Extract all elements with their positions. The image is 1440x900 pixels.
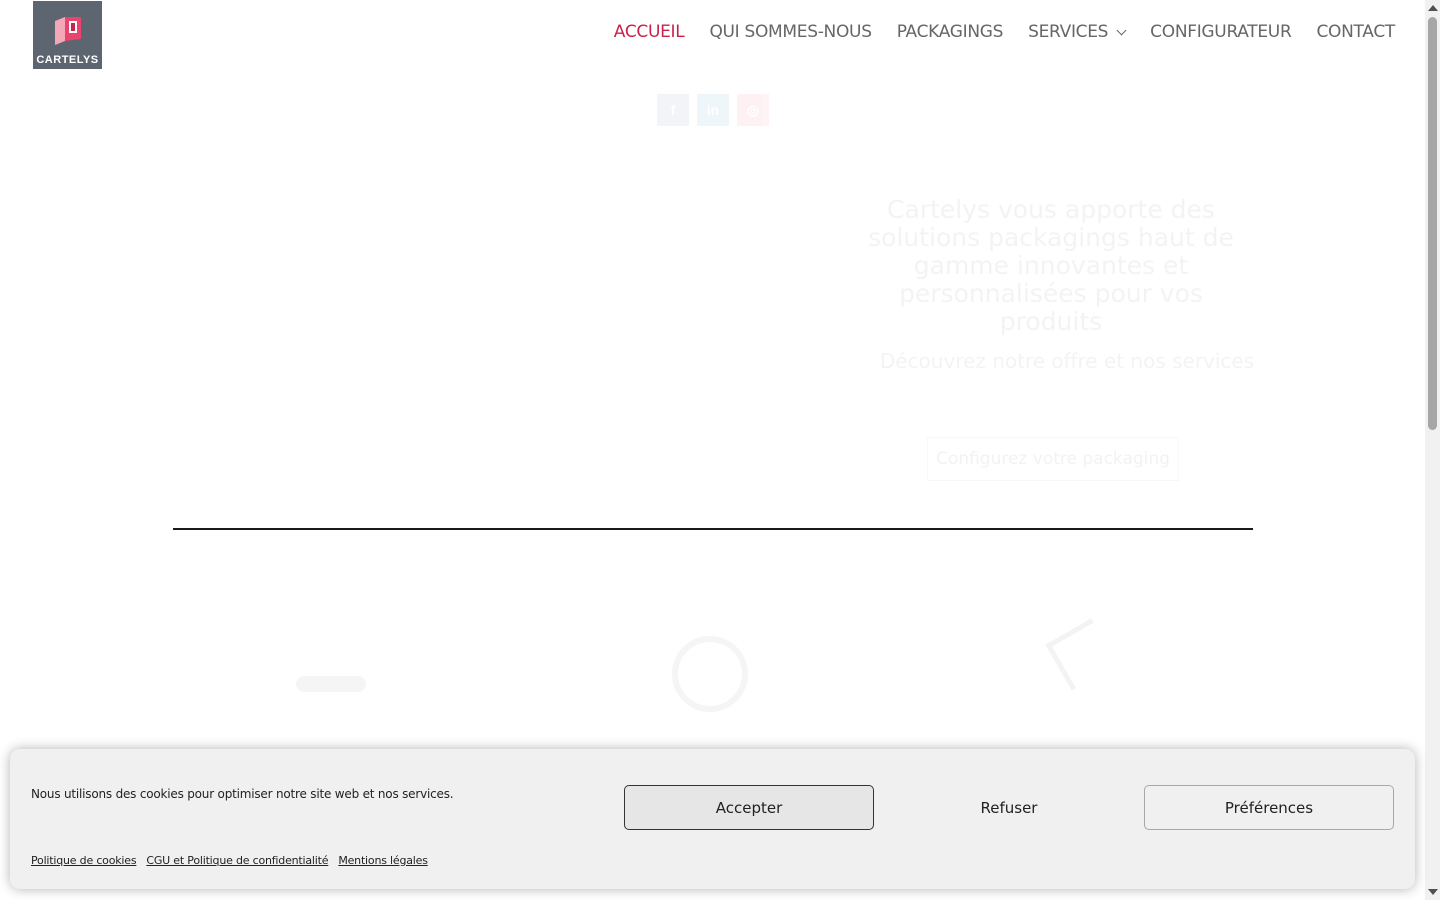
scroll-down-arrow-icon[interactable] [1428, 889, 1438, 895]
nav-item-label: CONFIGURATEUR [1150, 22, 1292, 42]
hero-subtitle: Découvrez notre offre et nos services [879, 349, 1255, 373]
scrollbar-thumb[interactable] [1428, 17, 1437, 430]
social-links: f in ◎ [657, 94, 769, 126]
nav-item-packagings[interactable]: PACKAGINGS [896, 22, 1004, 42]
nav-item-services[interactable]: SERVICES [1028, 22, 1127, 42]
refuse-cookies-button[interactable]: Refuser [884, 785, 1134, 830]
main-nav: ACCUEIL QUI SOMMES-NOUS PACKAGINGS SERVI… [589, 22, 1396, 42]
privacy-policy-link[interactable]: CGU et Politique de confidentialité [146, 854, 328, 867]
legal-notice-link[interactable]: Mentions légales [338, 854, 428, 867]
cookie-preferences-button[interactable]: Préférences [1144, 785, 1394, 830]
cartelys-logo[interactable]: CARTELYS [33, 1, 102, 69]
feature-icon-2 [672, 636, 748, 712]
page-scrollbar[interactable] [1425, 0, 1440, 900]
nav-item-label: SERVICES [1028, 22, 1109, 42]
instagram-icon[interactable]: ◎ [737, 94, 769, 126]
configure-packaging-button[interactable]: Configurez votre packaging [927, 437, 1179, 481]
logo-mark-icon [55, 17, 81, 45]
hero-title: Cartelys vous apporte des solutions pack… [868, 195, 1234, 336]
nav-item-configurateur[interactable]: CONFIGURATEUR [1150, 22, 1292, 42]
nav-item-label: QUI SOMMES-NOUS [709, 22, 872, 42]
logo-text: CARTELYS [36, 54, 99, 66]
nav-item-label: PACKAGINGS [896, 22, 1004, 42]
nav-item-contact[interactable]: CONTACT [1316, 22, 1395, 42]
section-divider [173, 528, 1253, 530]
cookie-policy-link[interactable]: Politique de cookies [31, 854, 137, 867]
chevron-down-icon [1116, 25, 1127, 35]
cookie-policy-links: Politique de cookies CGU et Politique de… [31, 854, 428, 867]
scroll-up-arrow-icon[interactable] [1428, 5, 1438, 11]
linkedin-icon[interactable]: in [697, 94, 729, 126]
nav-item-qui-sommes-nous[interactable]: QUI SOMMES-NOUS [709, 22, 872, 42]
nav-item-label: CONTACT [1316, 22, 1395, 42]
accept-cookies-button[interactable]: Accepter [624, 785, 874, 830]
nav-item-label: ACCUEIL [613, 22, 685, 42]
nav-item-accueil[interactable]: ACCUEIL [614, 22, 685, 42]
feature-icon-1 [296, 676, 366, 692]
feature-icon-3 [1045, 618, 1118, 691]
facebook-icon[interactable]: f [657, 94, 689, 126]
cookie-banner: Nous utilisons des cookies pour optimise… [10, 749, 1415, 889]
cookie-message: Nous utilisons des cookies pour optimise… [31, 787, 454, 801]
